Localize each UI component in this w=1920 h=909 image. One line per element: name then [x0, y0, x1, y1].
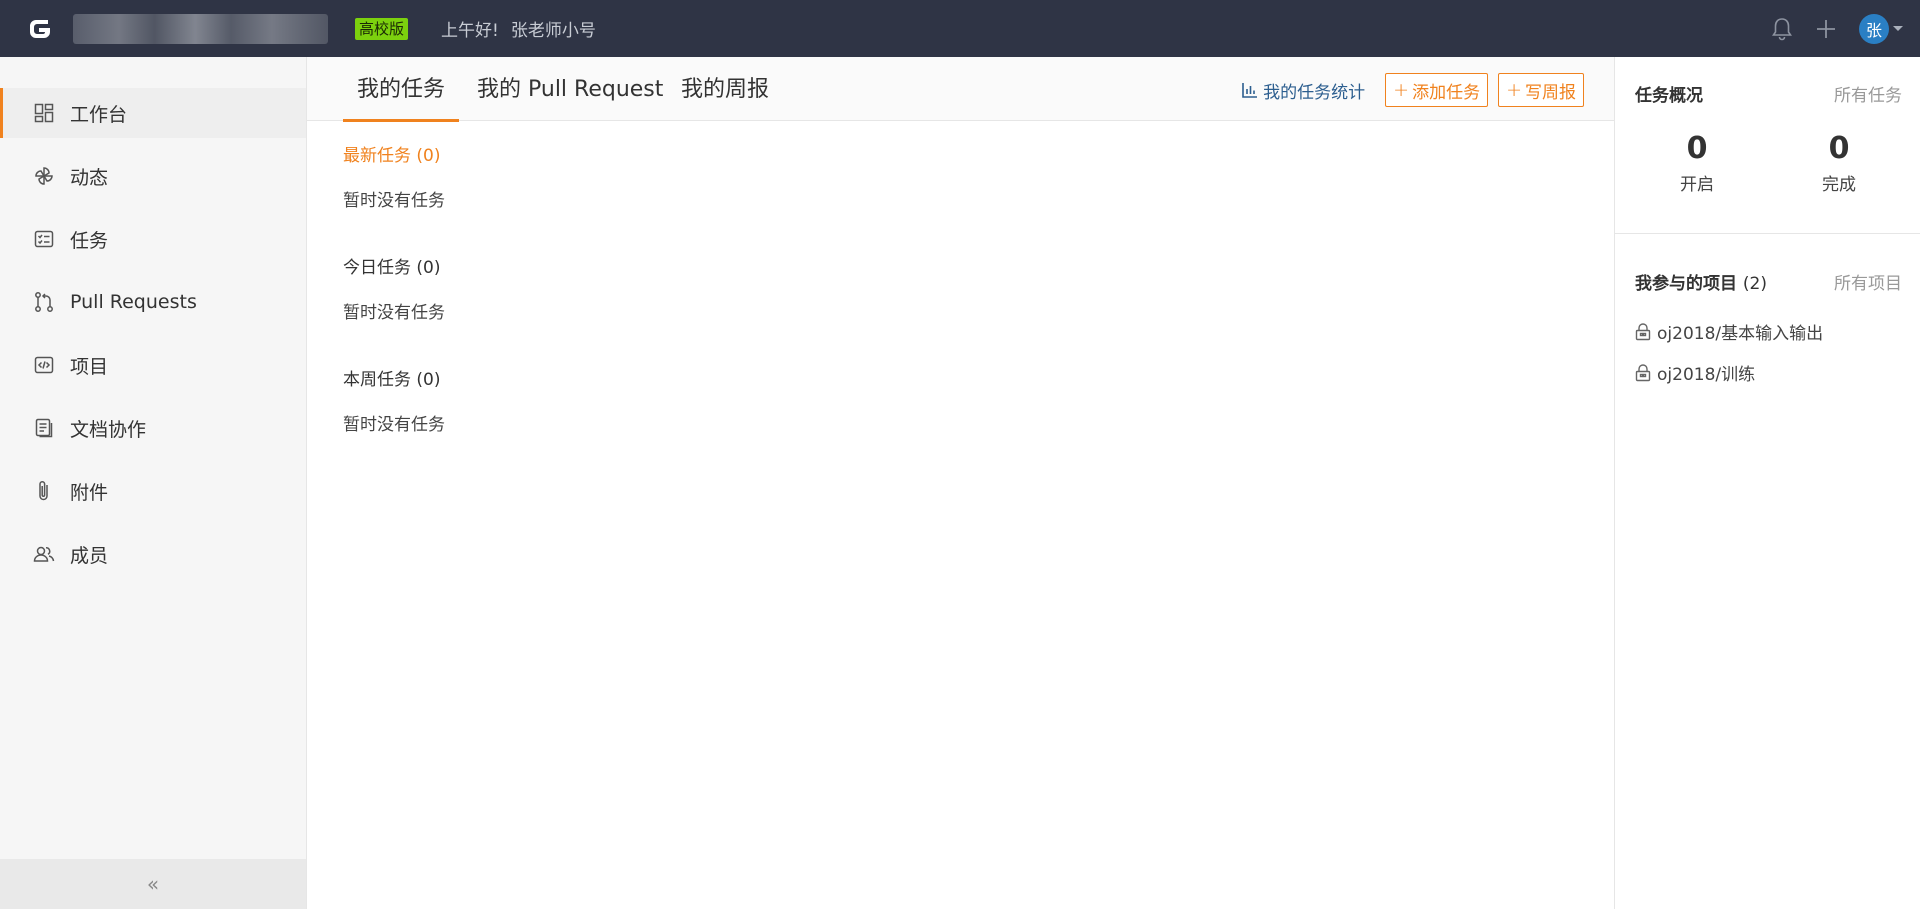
- empty-message: 暂时没有任务: [343, 415, 445, 435]
- sidebar-item-tasks[interactable]: 任务: [0, 214, 306, 264]
- sidebar-item-label: 项目: [70, 355, 109, 378]
- write-report-label: 写周报: [1525, 82, 1576, 103]
- project-item[interactable]: oj2018/基本输入输出: [1635, 319, 1823, 344]
- sidebar-item-label: Pull Requests: [70, 291, 197, 313]
- bell-icon[interactable]: [1771, 17, 1793, 41]
- section-title[interactable]: 今日任务 (0): [343, 253, 440, 278]
- task-overview-title: 任务概况: [1635, 86, 1703, 106]
- section-title[interactable]: 本周任务 (0): [343, 365, 440, 390]
- project-name: oj2018/基本输入输出: [1657, 324, 1824, 344]
- sidebar-item-activity[interactable]: 动态: [0, 151, 306, 201]
- double-chevron-left-icon: «: [146, 872, 160, 896]
- greeting-text: 上午好!: [441, 21, 499, 41]
- sidebar-item-label: 动态: [70, 166, 109, 189]
- checklist-icon: [33, 228, 55, 250]
- dashboard-icon: [33, 102, 55, 124]
- my-projects-count: (2): [1742, 274, 1768, 294]
- task-stats-label: 我的任务统计: [1263, 82, 1366, 103]
- sidebar-item-label: 成员: [70, 544, 109, 567]
- collapse-sidebar-button[interactable]: «: [0, 859, 306, 909]
- plus-icon: +: [1506, 79, 1522, 101]
- avatar[interactable]: 张: [1859, 13, 1889, 44]
- latest-tasks-section: 最新任务 (0): [343, 141, 440, 166]
- lock-icon: [1635, 322, 1651, 341]
- sidebar-item-pull-requests[interactable]: Pull Requests: [0, 277, 306, 327]
- project-name: oj2018/训练: [1657, 365, 1756, 385]
- edition-badge: 高校版: [355, 17, 409, 40]
- sidebar: 工作台 动态 任务 Pull Requests 项目 文档协作 附件 成员 «: [0, 57, 307, 909]
- code-icon: [33, 354, 55, 376]
- tab-my-weekly-report[interactable]: 我的周报: [681, 57, 769, 121]
- open-count[interactable]: 0: [1667, 131, 1727, 166]
- open-label: 开启: [1680, 175, 1714, 195]
- latest-tasks-empty: 暂时没有任务: [343, 186, 445, 211]
- sidebar-item-label: 附件: [70, 481, 109, 504]
- sidebar-item-workbench[interactable]: 工作台: [0, 88, 306, 138]
- section-title[interactable]: 最新任务 (0): [343, 141, 440, 166]
- paperclip-icon: [33, 480, 55, 502]
- username-text: 张老师小号: [510, 21, 596, 41]
- lock-icon: [1635, 363, 1651, 382]
- tabs-row: 我的任务 我的 Pull Request 我的周报 我的任务统计 + 添加任务 …: [307, 57, 1614, 122]
- task-stats-link[interactable]: 我的任务统计: [1241, 78, 1365, 103]
- all-projects-link[interactable]: 所有项目: [1834, 269, 1902, 294]
- project-item[interactable]: oj2018/训练: [1635, 360, 1755, 385]
- main-content: 我的任务 我的 Pull Request 我的周报 我的任务统计 + 添加任务 …: [307, 57, 1614, 909]
- sidebar-item-attachments[interactable]: 附件: [0, 466, 306, 516]
- sidebar-item-label: 文档协作: [70, 418, 147, 441]
- empty-message: 暂时没有任务: [343, 303, 445, 323]
- tab-my-tasks[interactable]: 我的任务: [342, 57, 460, 122]
- tab-my-pull-requests[interactable]: 我的 Pull Request: [477, 57, 663, 121]
- all-tasks-link[interactable]: 所有任务: [1834, 81, 1902, 106]
- empty-message: 暂时没有任务: [343, 191, 445, 211]
- pull-request-icon: [33, 291, 55, 313]
- sidebar-item-label: 工作台: [70, 103, 128, 126]
- document-icon: [33, 417, 55, 439]
- done-count[interactable]: 0: [1809, 131, 1869, 166]
- today-tasks-section: 今日任务 (0): [343, 253, 440, 278]
- week-tasks-section: 本周任务 (0): [343, 365, 440, 390]
- my-projects-label: 我参与的项目: [1635, 274, 1737, 294]
- sidebar-item-projects[interactable]: 项目: [0, 340, 306, 390]
- tab-actions: 我的任务统计 + 添加任务 + 写周报: [1241, 73, 1584, 107]
- divider: [1615, 233, 1920, 234]
- gitee-logo-icon[interactable]: [25, 14, 55, 44]
- bar-chart-icon: [1241, 81, 1259, 99]
- sidebar-item-label: 任务: [70, 229, 109, 252]
- week-tasks-empty: 暂时没有任务: [343, 410, 445, 435]
- top-right-actions: 张: [1771, 0, 1920, 57]
- plus-icon: +: [1393, 79, 1410, 101]
- my-projects-title: 我参与的项目 (2): [1635, 269, 1767, 294]
- pinwheel-icon: [33, 165, 55, 187]
- organization-name-blurred[interactable]: [73, 13, 328, 44]
- right-panel: 任务概况 所有任务 0 开启 0 完成 我参与的项目 (2) 所有项目 oj20…: [1614, 57, 1920, 909]
- add-task-label: 添加任务: [1412, 82, 1481, 103]
- today-tasks-empty: 暂时没有任务: [343, 298, 445, 323]
- write-report-button[interactable]: + 写周报: [1498, 73, 1584, 107]
- sidebar-item-members[interactable]: 成员: [0, 529, 306, 579]
- chevron-down-icon[interactable]: [1893, 26, 1903, 31]
- members-icon: [33, 543, 55, 565]
- top-navigation-bar: 高校版 上午好! 张老师小号 张: [0, 0, 1920, 57]
- sidebar-item-docs[interactable]: 文档协作: [0, 403, 306, 453]
- plus-icon[interactable]: [1815, 18, 1837, 40]
- done-label: 完成: [1822, 175, 1856, 195]
- add-task-button[interactable]: + 添加任务: [1385, 73, 1489, 107]
